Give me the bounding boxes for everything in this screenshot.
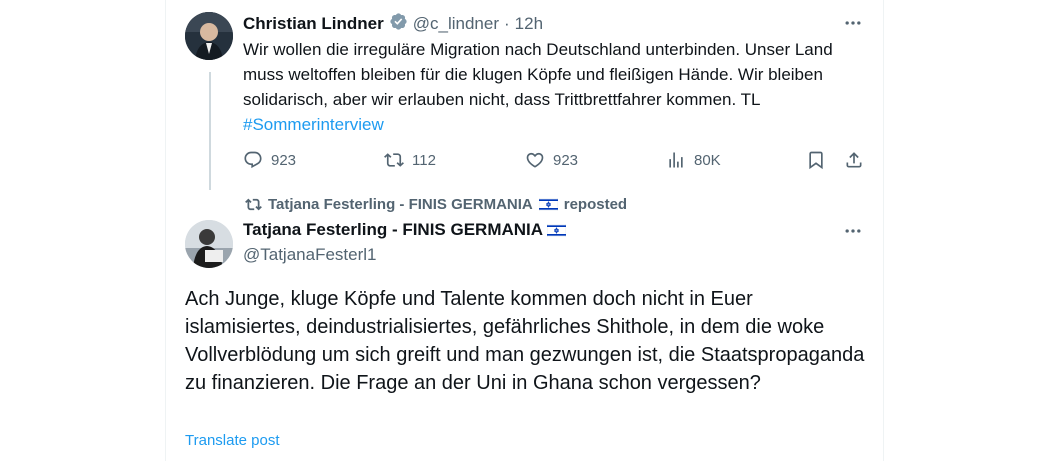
israel-flag-icon <box>547 223 567 237</box>
avatar-tatjana-festerling[interactable] <box>185 220 233 268</box>
repost-icon <box>384 153 404 167</box>
thread-line <box>209 72 211 190</box>
heart-icon <box>526 152 544 168</box>
avatar-christian-lindner[interactable] <box>185 12 233 60</box>
share-icon <box>846 152 862 168</box>
repost-notice[interactable]: Tatjana Festerling - FINIS GERMANIA repo… <box>245 196 627 213</box>
tweet2-text: Ach Junge, kluge Köpfe und Talente komme… <box>185 288 865 394</box>
translate-post-link[interactable]: Translate post <box>185 432 280 449</box>
verified-badge-icon <box>389 12 408 36</box>
separator-dot: · <box>503 14 510 33</box>
views-count: 80K <box>694 151 721 169</box>
more-icon <box>845 21 861 25</box>
tweet1-handle[interactable]: @c_lindner <box>413 14 499 34</box>
tweet1-time[interactable]: 12h <box>515 14 543 34</box>
repost-icon <box>245 198 262 211</box>
israel-flag-icon <box>538 198 558 211</box>
share-button[interactable] <box>844 150 864 170</box>
reply-icon <box>244 151 262 169</box>
tweet1-text: Wir wollen die irreguläre Migration nach… <box>243 37 865 137</box>
repost-notice-name: Tatjana Festerling - FINIS GERMANIA <box>268 196 533 213</box>
tweet2-author-name[interactable]: Tatjana Festerling - FINIS GERMANIA <box>243 220 543 240</box>
hashtag-link[interactable]: #Sommerinterview <box>243 115 384 134</box>
tweet1-author-name[interactable]: Christian Lindner <box>243 14 384 34</box>
reply-button[interactable]: 923 <box>243 150 296 170</box>
tweet1-more-button[interactable] <box>843 13 863 38</box>
more-icon <box>845 229 861 233</box>
tweet2-handle[interactable]: @TatjanaFesterl1 <box>243 245 377 265</box>
repost-button[interactable]: 112 <box>384 150 436 170</box>
tweet2-more-button[interactable] <box>843 221 863 246</box>
reply-count: 923 <box>271 151 297 169</box>
tweet1-header: Christian Lindner @c_lindner · 12h <box>243 12 543 36</box>
repost-count: 112 <box>412 151 436 169</box>
like-count: 923 <box>553 151 579 169</box>
analytics-icon <box>669 152 683 168</box>
bookmark-icon <box>809 151 823 170</box>
like-button[interactable]: 923 <box>525 150 578 170</box>
tweet1-text-body: Wir wollen die irreguläre Migration nach… <box>243 40 833 109</box>
repost-notice-suffix: reposted <box>563 196 628 213</box>
bookmark-button[interactable] <box>806 150 826 170</box>
views-button[interactable]: 80K <box>666 150 721 170</box>
tweet2-header: Tatjana Festerling - FINIS GERMANIA <box>243 220 567 240</box>
